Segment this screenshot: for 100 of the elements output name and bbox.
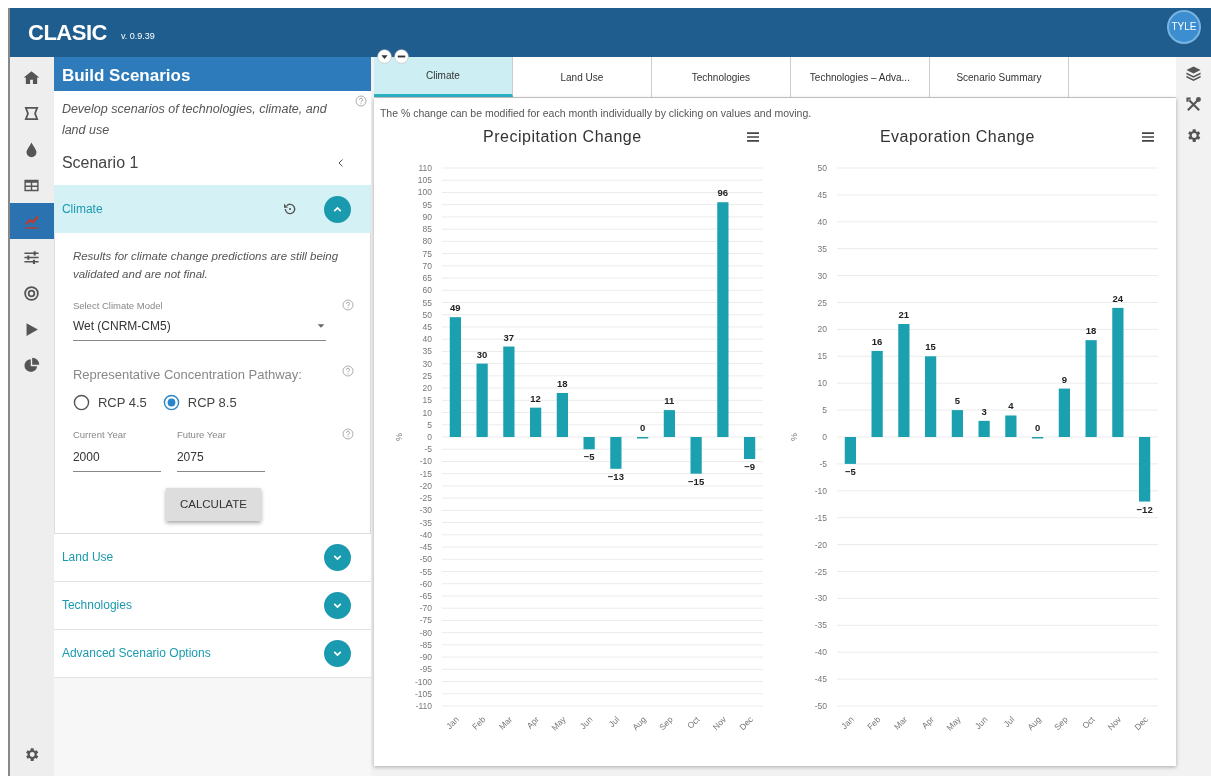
data-label: 21	[898, 308, 910, 320]
axis-label: 65	[422, 272, 432, 283]
axis-label: Nov	[710, 714, 729, 732]
axis-label: -70	[419, 602, 432, 613]
axis-label: -35	[419, 517, 432, 528]
bar[interactable]	[636, 436, 649, 439]
data-label: 18	[557, 377, 568, 389]
user-avatar[interactable]: TYLE	[1167, 9, 1201, 44]
bar[interactable]	[583, 436, 595, 449]
axis-label: 10	[817, 377, 827, 388]
help-icon[interactable]	[354, 95, 367, 107]
axis-label: 45	[422, 321, 432, 332]
bar[interactable]	[1085, 339, 1097, 437]
data-label: 5	[954, 394, 960, 406]
data-label: 11	[664, 394, 675, 406]
bar[interactable]	[503, 346, 515, 437]
axis-label: -90	[419, 651, 432, 662]
axis-label: Jun	[577, 714, 595, 731]
data-label: −13	[607, 470, 624, 482]
data-label: 3	[981, 405, 987, 417]
axis-label: 30	[817, 270, 827, 281]
bar[interactable]	[1031, 436, 1044, 439]
axis-label: -20	[419, 480, 432, 491]
radio-option[interactable]: RCP 8.5	[162, 392, 237, 413]
bar[interactable]	[610, 436, 622, 469]
minimize-icon[interactable]	[393, 49, 409, 64]
app-title: CLASIC	[28, 19, 107, 47]
bar[interactable]	[663, 409, 675, 437]
axis-label: May	[549, 714, 568, 733]
dropdown-button-icon[interactable]	[376, 49, 392, 64]
bar[interactable]	[529, 407, 542, 437]
tab[interactable]: Climate	[373, 57, 513, 97]
bar[interactable]	[924, 356, 937, 437]
dropdown-field[interactable]: Wet (CNRM-CM5)	[72, 317, 326, 342]
section-label: Land Use	[61, 549, 114, 567]
axis-label: 40	[422, 333, 432, 344]
axis-label: -25	[814, 566, 827, 577]
bar[interactable]	[690, 436, 702, 474]
bar[interactable]	[476, 363, 488, 437]
bar[interactable]	[449, 316, 461, 437]
axis-label: -55	[419, 566, 432, 577]
help-icon[interactable]	[341, 365, 354, 378]
expand-button[interactable]	[323, 591, 351, 619]
axis-label: Apr	[919, 714, 936, 731]
axis-label: 100	[417, 187, 432, 198]
app-version: v. 0.9.39	[120, 29, 155, 43]
input-field[interactable]: 2075	[176, 447, 265, 472]
data-label: −15	[687, 475, 705, 487]
axis-label: -5	[819, 458, 827, 469]
bar[interactable]	[871, 350, 883, 437]
reset-icon[interactable]	[281, 201, 298, 217]
chart-title: Evaporation Change	[878, 126, 1036, 147]
bar[interactable]	[898, 323, 910, 437]
radio-unchecked-icon	[72, 394, 90, 411]
axis-label: 35	[422, 346, 432, 357]
axis-label: -30	[419, 505, 432, 516]
axis-label: -50	[419, 554, 432, 564]
bar[interactable]	[717, 202, 729, 437]
axis-label: -80	[419, 627, 432, 638]
bar[interactable]	[844, 436, 856, 464]
polygon-icon	[23, 104, 41, 122]
radio-option[interactable]: RCP 4.5	[72, 392, 147, 413]
axis-label: Aug	[630, 714, 648, 732]
help-icon[interactable]	[341, 428, 354, 441]
bar[interactable]	[1058, 388, 1070, 437]
target-icon	[23, 284, 41, 302]
axis-label: -105	[414, 688, 432, 699]
data-label: 18	[1085, 324, 1097, 336]
layers-icon[interactable]	[1184, 65, 1202, 82]
bar[interactable]	[1112, 307, 1124, 437]
bar[interactable]	[951, 409, 963, 437]
axis-label: -45	[419, 541, 432, 552]
settings-icon	[23, 745, 41, 763]
axis-label: 95	[422, 199, 432, 210]
bar[interactable]	[743, 436, 756, 459]
axis-label: -25	[419, 492, 432, 503]
pie-chart-icon	[23, 356, 41, 374]
axis-label: Mar	[496, 714, 515, 732]
axis-label: 0	[427, 431, 432, 442]
field-label: Select Climate Model	[72, 299, 164, 313]
bar[interactable]	[1138, 436, 1151, 502]
axis-label: -10	[814, 485, 827, 496]
calculate-button[interactable]: CALCULATE	[165, 487, 261, 521]
expand-button[interactable]	[323, 543, 351, 571]
axis-label: Aug	[1025, 714, 1043, 732]
section-label: Climate	[61, 201, 103, 218]
tools-icon[interactable]	[1184, 96, 1202, 113]
data-label: −12	[1136, 503, 1153, 515]
bar[interactable]	[978, 420, 990, 437]
expand-button[interactable]	[323, 639, 351, 667]
axis-label: 50	[817, 162, 827, 173]
bar[interactable]	[1005, 415, 1017, 437]
axis-label: -75	[419, 615, 432, 626]
input-field[interactable]: 2000	[72, 447, 161, 472]
data-label: 0	[1034, 421, 1041, 433]
data-label: 30	[476, 348, 488, 360]
help-icon[interactable]	[341, 299, 354, 311]
collapse-button[interactable]	[323, 195, 351, 223]
data-label: 0	[639, 421, 646, 433]
bar[interactable]	[556, 392, 568, 437]
